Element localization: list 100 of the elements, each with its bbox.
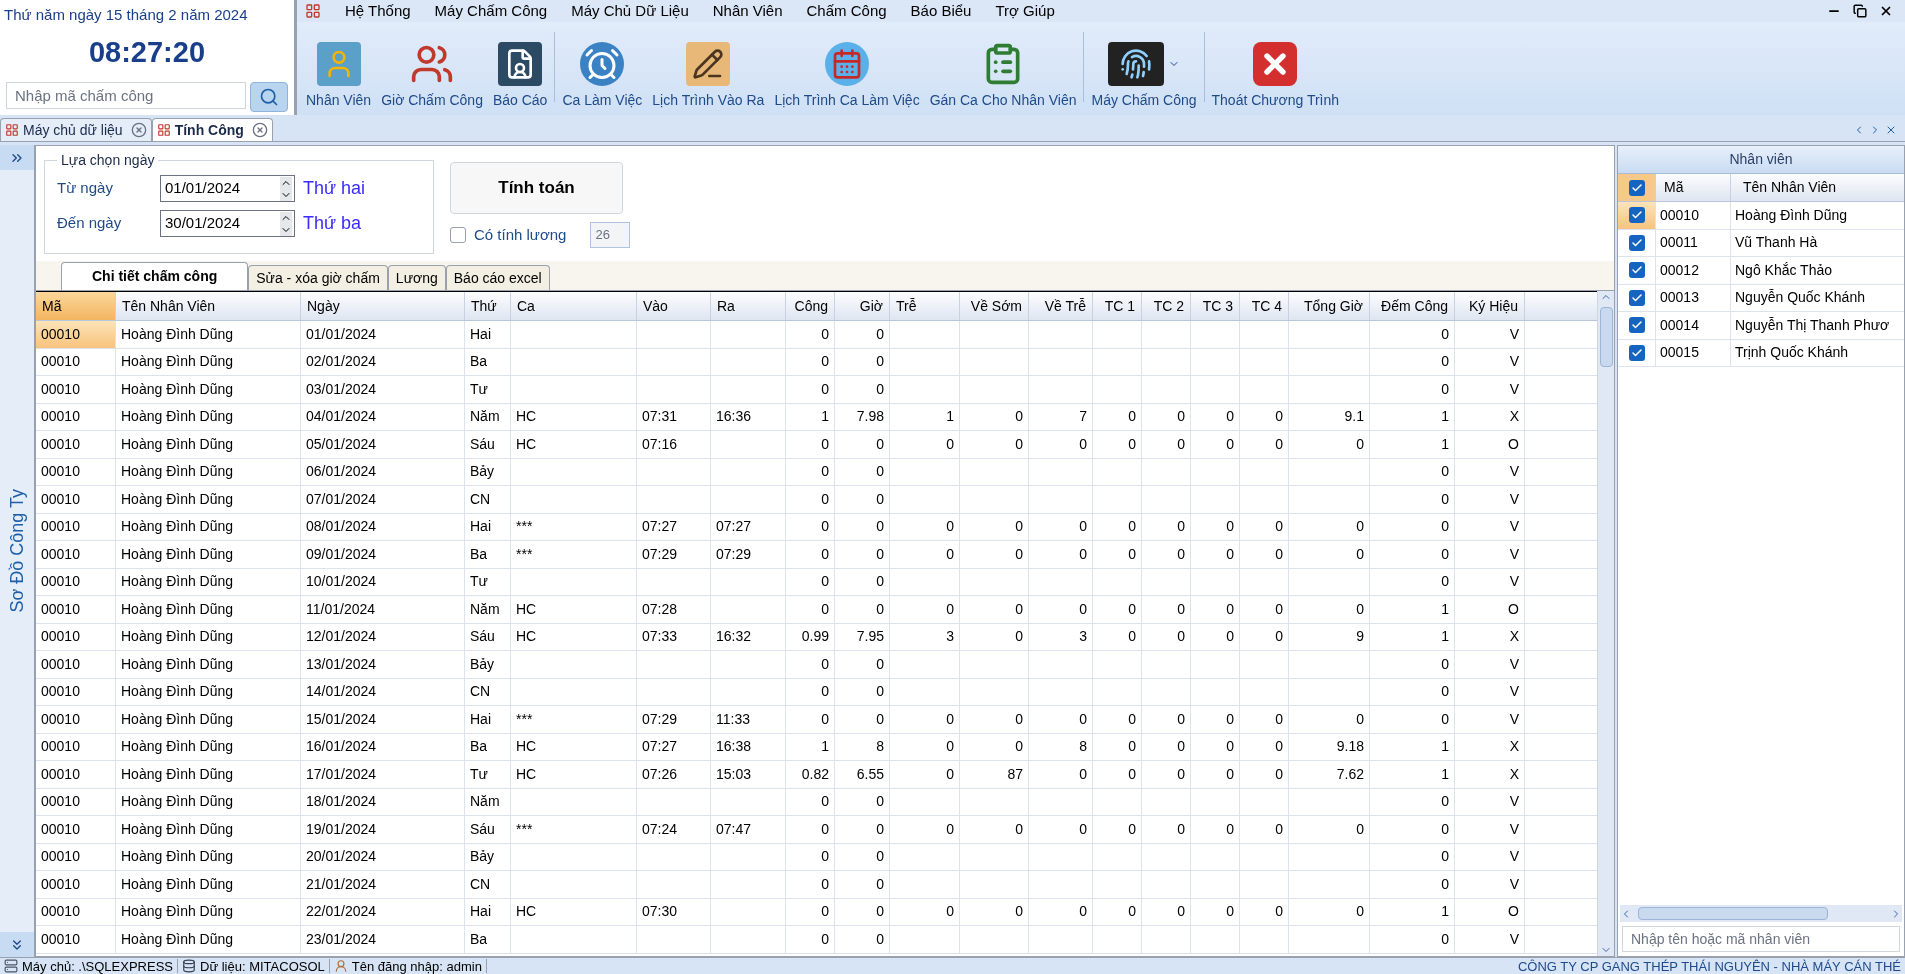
- column-header[interactable]: Ký Hiệu: [1455, 292, 1525, 320]
- column-header[interactable]: TC 3: [1191, 292, 1240, 320]
- view-tab[interactable]: Sửa - xóa giờ chấm: [248, 265, 388, 290]
- table-cell-text: HC: [516, 764, 537, 784]
- column-header[interactable]: Vào: [637, 292, 711, 320]
- column-header[interactable]: Tên Nhân Viên: [116, 292, 301, 320]
- table-cell-text: 0: [1441, 352, 1449, 372]
- column-header[interactable]: Đếm Công: [1370, 292, 1455, 320]
- menu-item[interactable]: Hệ Thống: [333, 0, 423, 23]
- ribbon-button[interactable]: Nhân Viên: [304, 90, 374, 111]
- ribbon-button[interactable]: Máy Chấm Công: [1089, 90, 1199, 111]
- column-header[interactable]: Tổng Giờ: [1289, 292, 1370, 320]
- table-cell-text: Năm: [470, 599, 500, 619]
- menu-item[interactable]: Nhân Viên: [700, 0, 795, 23]
- column-header[interactable]: TC 1: [1093, 292, 1142, 320]
- column-header[interactable]: Về Trễ: [1029, 292, 1093, 320]
- table-cell-text: 0: [1128, 627, 1136, 647]
- table-cell-text: 0: [946, 902, 954, 922]
- ribbon-button[interactable]: Giờ Chấm Công: [379, 90, 485, 111]
- view-tab[interactable]: Báo cáo excel: [445, 265, 550, 290]
- app-menu-icon[interactable]: [305, 3, 321, 19]
- from-date-field[interactable]: 01/01/2024: [160, 175, 295, 202]
- ribbon-button[interactable]: Lịch Trình Vào Ra: [650, 90, 767, 111]
- view-tab[interactable]: Chi tiết chấm công: [61, 262, 249, 290]
- table-cell-text: HC: [516, 434, 537, 454]
- table-cell-text: 1: [821, 407, 829, 427]
- menu-item[interactable]: Máy Chủ Dữ Liệu: [559, 0, 701, 23]
- table-cell-text: 0: [821, 874, 829, 894]
- table-cell-text: 0.82: [801, 764, 829, 784]
- table-cell-text: 01/01/2024: [306, 324, 377, 344]
- table-cell-text: 0: [1356, 819, 1364, 839]
- column-header[interactable]: Ngày: [301, 292, 465, 320]
- close-icon[interactable]: [1879, 4, 1893, 18]
- table-cell-text: Tư: [470, 572, 488, 592]
- search-button[interactable]: [250, 82, 288, 112]
- column-header[interactable]: Tên Nhân Viên: [1731, 174, 1904, 201]
- table-cell-text: 0: [1441, 654, 1449, 674]
- employee-search-field[interactable]: Nhập tên hoặc mã nhân viên: [1622, 926, 1900, 952]
- checkbox[interactable]: [1628, 262, 1645, 279]
- table-cell-text: 16:32: [716, 627, 752, 647]
- table-cell-text: 0: [876, 902, 884, 922]
- table-cell-text: 16/01/2024: [306, 737, 377, 757]
- column-header[interactable]: Giờ: [835, 292, 890, 320]
- column-header[interactable]: TC 2: [1142, 292, 1191, 320]
- search-field[interactable]: Nhập mã chấm công: [6, 82, 246, 109]
- checkbox[interactable]: [1628, 289, 1645, 306]
- compute-button[interactable]: Tính toán: [450, 162, 623, 214]
- menu-item[interactable]: Máy Chấm Công: [422, 0, 560, 23]
- table-cell-text: Hoàng Đình Dũng: [121, 489, 234, 509]
- column-header[interactable]: Thứ: [465, 292, 511, 320]
- column-header[interactable]: Về Sớm: [960, 292, 1029, 320]
- view-tab[interactable]: Lương: [387, 265, 446, 290]
- checkbox[interactable]: [1628, 179, 1645, 196]
- column-header[interactable]: TC 4: [1240, 292, 1289, 320]
- checkbox[interactable]: [450, 227, 466, 243]
- checkbox[interactable]: [1628, 344, 1645, 361]
- table-cell-text: V: [1509, 572, 1519, 592]
- ribbon-button[interactable]: Ca Làm Việc: [560, 90, 645, 111]
- spin-up-icon[interactable]: [280, 176, 292, 189]
- to-date-field[interactable]: 30/01/2024: [160, 210, 295, 237]
- horizontal-scrollbar[interactable]: [1620, 905, 1902, 922]
- scroll-thumb[interactable]: [1638, 907, 1828, 920]
- column-header[interactable]: Ra: [711, 292, 786, 320]
- checkbox[interactable]: [1628, 317, 1645, 334]
- column-header[interactable]: Ca: [511, 292, 637, 320]
- table-cell-text: HC: [516, 737, 537, 757]
- column-header[interactable]: Mã: [1656, 174, 1731, 201]
- table-cell-text: 0: [1441, 709, 1449, 729]
- scroll-thumb[interactable]: [1599, 307, 1613, 367]
- table-cell-text: 1: [1441, 902, 1449, 922]
- checkbox[interactable]: [1628, 234, 1645, 251]
- document-tab[interactable]: Máy chủ dữ liệu: [0, 118, 152, 141]
- column-header[interactable]: Trễ: [890, 292, 960, 320]
- salary-days-field[interactable]: 26: [590, 222, 631, 248]
- table-cell-text: 0: [1275, 627, 1283, 647]
- expand-button[interactable]: [0, 145, 34, 170]
- table-cell-text: 18/01/2024: [306, 792, 377, 812]
- ribbon-button[interactable]: Lịch Trình Ca Làm Việc: [772, 90, 922, 111]
- restore-icon[interactable]: [1853, 4, 1867, 18]
- ribbon-button[interactable]: Gán Ca Cho Nhân Viên: [927, 90, 1079, 111]
- table-cell-text: 0: [1128, 517, 1136, 537]
- menu-item[interactable]: Trợ Giúp: [983, 0, 1067, 23]
- search-icon: [259, 87, 279, 107]
- table-cell-text: 00010: [41, 737, 80, 757]
- vertical-scrollbar[interactable]: [1597, 291, 1614, 956]
- table-cell-text: 0: [1441, 819, 1449, 839]
- checkbox[interactable]: [1628, 207, 1645, 224]
- menu-item[interactable]: Chấm Công: [794, 0, 899, 23]
- spin-up-icon[interactable]: [280, 211, 292, 224]
- column-header[interactable]: Công: [786, 292, 835, 320]
- column-header[interactable]: Mã: [36, 292, 116, 320]
- table-cell-text: 1: [1441, 407, 1449, 427]
- expand-button[interactable]: [0, 932, 34, 957]
- table-cell-text: 0: [821, 709, 829, 729]
- menu-item[interactable]: Báo Biểu: [898, 0, 984, 23]
- table-cell-text: 0: [1356, 709, 1364, 729]
- sidebar-label[interactable]: Sơ Đồ Công Ty: [3, 489, 31, 613]
- ribbon-button[interactable]: Báo Cáo: [490, 90, 550, 111]
- ribbon-button[interactable]: Thoát Chương Trình: [1209, 90, 1342, 111]
- document-tab[interactable]: Tính Công: [151, 118, 273, 141]
